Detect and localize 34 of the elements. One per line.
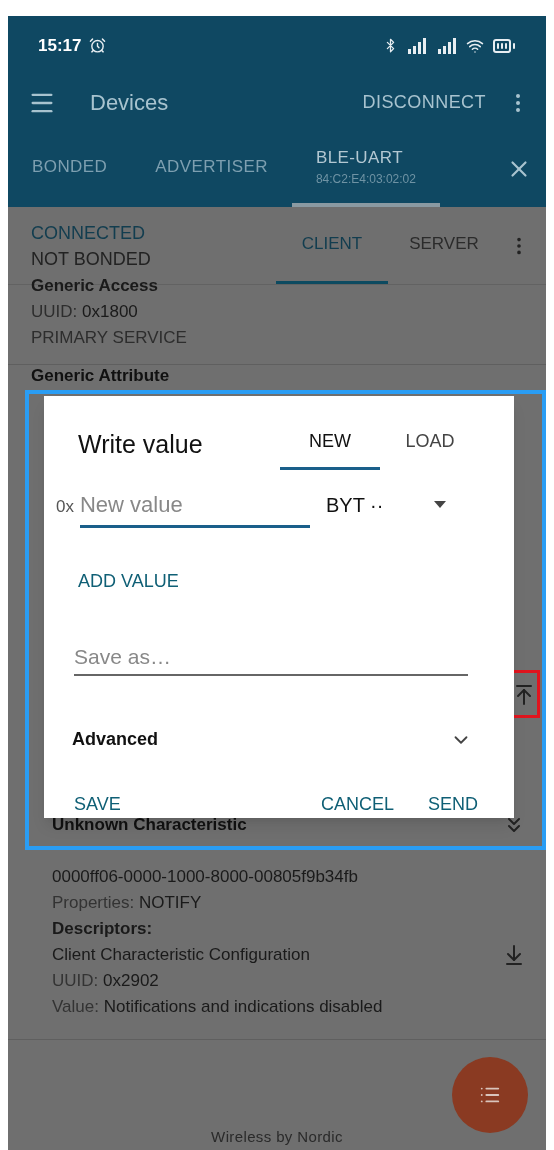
footer-text: Wireless by Nordic xyxy=(211,1126,343,1147)
advanced-toggle[interactable]: Advanced xyxy=(72,726,472,753)
dialog-title: Write value xyxy=(78,429,203,460)
connection-state: CONNECTED xyxy=(31,221,146,245)
descriptor-value: Value: Notifications and indications disabled xyxy=(52,996,384,1018)
descriptors-heading: Descriptors: xyxy=(52,918,154,940)
service-name: Generic Attribute xyxy=(31,366,170,385)
signal-icon xyxy=(406,37,428,54)
dialog-tab[interactable]: NEW xyxy=(280,427,380,470)
device-tab[interactable]: ADVERTISER xyxy=(131,130,292,207)
hex-prefix: 0x xyxy=(56,496,75,518)
device-tab[interactable]: BLE-UART 84:C2:E4:03:02:02 xyxy=(291,130,440,207)
clock-time: 15:17 xyxy=(38,34,82,57)
service-name: Generic Access xyxy=(31,275,159,297)
service-type: PRIMARY SERVICE xyxy=(31,327,188,349)
characteristic-uuid: 0000ff06-0000-1000-8000-00805f9b34fb xyxy=(52,866,359,888)
alarm-icon xyxy=(89,37,107,54)
dialog-button[interactable]: CANCEL xyxy=(320,791,394,818)
descriptor-name: Client Characteristic Configuration xyxy=(52,944,310,966)
service-uuid: UUID: 0x1800 xyxy=(31,301,139,323)
signal-icon xyxy=(436,37,458,54)
format-dropdown[interactable]: BYT ·· xyxy=(325,489,446,528)
bond-state: NOT BONDED xyxy=(31,247,151,271)
characteristic-properties: Properties: NOTIFY xyxy=(52,892,203,914)
value-field[interactable]: New value xyxy=(79,487,310,528)
add-value-button[interactable]: ADD VALUE xyxy=(78,567,179,595)
screen-title: Devices xyxy=(90,89,169,117)
device-tab[interactable]: BONDED xyxy=(8,130,132,207)
dropdown-arrow-icon xyxy=(433,501,446,508)
dialog-tab[interactable]: LOAD xyxy=(380,427,480,470)
descriptor-uuid: UUID: 0x2902 xyxy=(52,970,160,992)
dialog-button[interactable]: SEND xyxy=(428,791,478,818)
save-as-field[interactable]: Save as… xyxy=(74,640,468,676)
disconnect-button[interactable]: DISCONNECT xyxy=(362,89,486,116)
